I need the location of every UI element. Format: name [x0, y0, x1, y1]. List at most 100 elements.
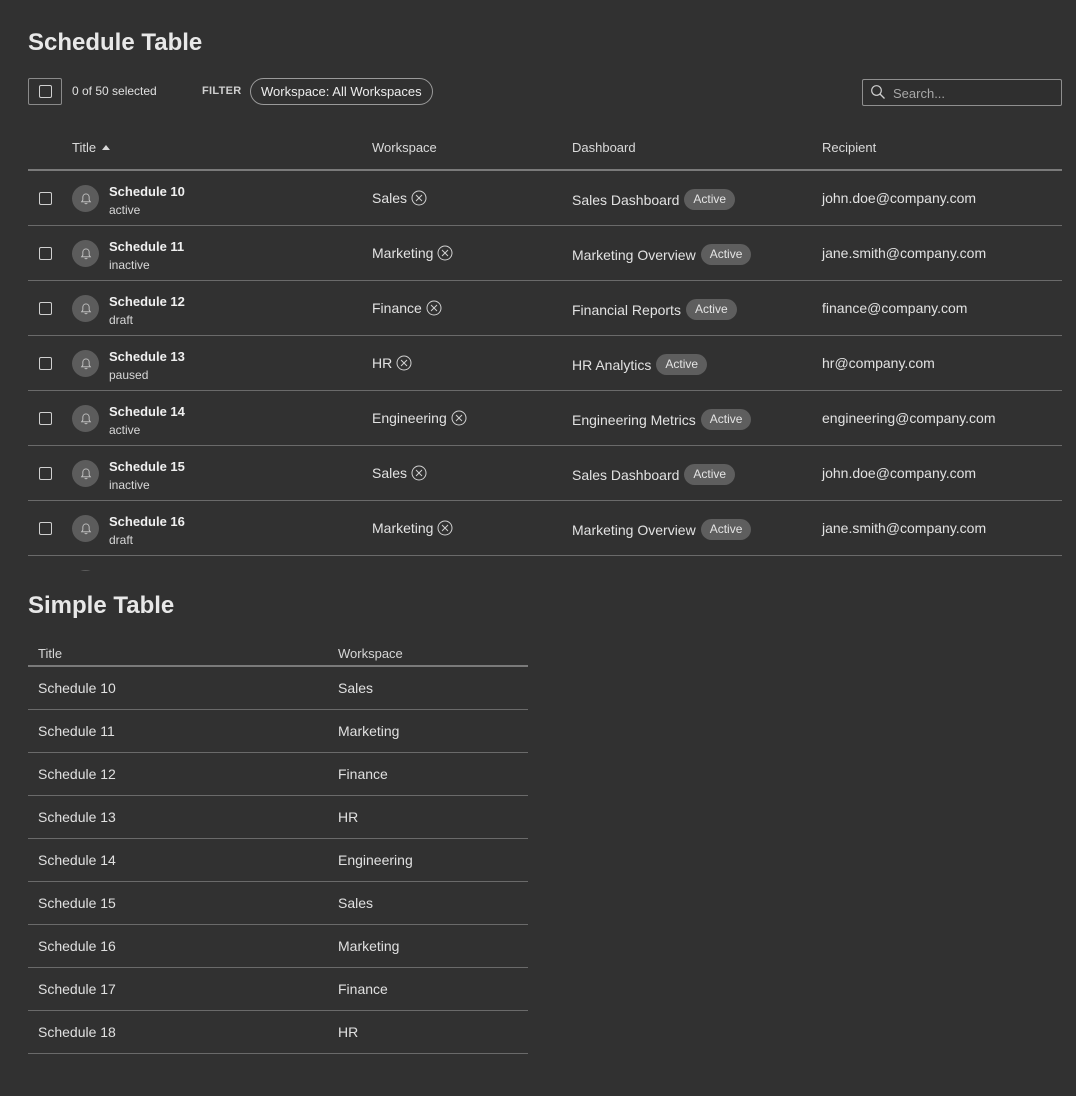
dashboard-cell: Marketing Overview Active	[572, 244, 752, 265]
dashboard-cell: Sales Dashboard Active	[572, 464, 736, 485]
dashboard-name[interactable]: Marketing Overview	[572, 247, 696, 263]
avatar	[72, 460, 99, 487]
row-checkbox[interactable]	[39, 522, 52, 535]
table-row[interactable]: Schedule 15 inactive Sales Sales Dashboard A…	[28, 446, 1062, 501]
table-row[interactable]: Schedule 13 paused HR HR Analytics Active hr@…	[28, 336, 1062, 391]
workspace-cell: Finance	[372, 300, 442, 316]
table-toolbar: 0 of 50 selected FILTER Workspace: All W…	[28, 78, 1062, 106]
bell-icon	[80, 467, 91, 479]
table-row[interactable]: Schedule 11 inactive Marketing Marketing Ov…	[28, 226, 1062, 281]
recipient-cell: john.doe@company.com	[822, 190, 977, 206]
row-checkbox[interactable]	[39, 192, 52, 205]
simple-table-row: Schedule 12 Finance	[28, 753, 528, 796]
schedule-table: Title Workspace Dashboard Recipient Sche…	[28, 126, 1062, 571]
table-row[interactable]: Schedule 10 active Sales Sales Dashboard Act…	[28, 171, 1062, 226]
recipient-cell: hr@company.com	[822, 355, 935, 371]
title-cell: Schedule 14	[38, 852, 116, 868]
column-header-title: Title	[38, 646, 63, 661]
workspace-name: Sales	[372, 465, 408, 481]
clear-circle-icon[interactable]	[411, 190, 427, 206]
dashboard-name[interactable]: Sales Dashboard	[572, 192, 679, 208]
clear-circle-icon[interactable]	[437, 520, 453, 536]
bell-icon	[80, 192, 91, 204]
table-row[interactable]: Schedule 17	[28, 556, 1062, 571]
workspace-cell: HR	[372, 355, 412, 371]
simple-table-row: Schedule 11 Marketing	[28, 710, 528, 753]
selection-count: 0 of 50 selected	[72, 84, 157, 98]
row-checkbox[interactable]	[39, 467, 52, 480]
row-checkbox[interactable]	[39, 412, 52, 425]
dashboard-cell: Financial Reports Active	[572, 299, 737, 320]
schedule-title[interactable]: Schedule 16	[109, 514, 185, 529]
clear-circle-icon[interactable]	[411, 465, 427, 481]
table-row[interactable]: Schedule 14 active Engineering Engineering …	[28, 391, 1062, 446]
dashboard-name[interactable]: Financial Reports	[572, 302, 681, 318]
select-all-button[interactable]	[28, 78, 62, 105]
schedule-status: inactive	[109, 478, 150, 492]
recipient-cell: jane.smith@company.com	[822, 520, 987, 536]
search-icon	[871, 85, 885, 99]
workspace-name: Sales	[372, 190, 408, 206]
workspace-cell: Sales	[338, 680, 374, 696]
table-row[interactable]: Schedule 12 draft Finance Financial Reports…	[28, 281, 1062, 336]
row-checkbox[interactable]	[39, 357, 52, 370]
clear-circle-icon[interactable]	[426, 300, 442, 316]
workspace-cell: Marketing	[372, 245, 453, 261]
table-row[interactable]: Schedule 16 draft Marketing Marketing Overv…	[28, 501, 1062, 556]
status-badge: Active	[684, 189, 736, 210]
schedule-title[interactable]: Schedule 12	[109, 294, 185, 309]
workspace-name: HR	[372, 355, 393, 371]
recipient-cell: jane.smith@company.com	[822, 245, 987, 261]
simple-table-row: Schedule 16 Marketing	[28, 925, 528, 968]
dashboard-cell: HR Analytics Active	[572, 354, 708, 375]
clear-circle-icon[interactable]	[396, 355, 412, 371]
column-header-title[interactable]: Title	[72, 140, 111, 155]
workspace-cell: Sales	[338, 895, 374, 911]
simple-table-row: Schedule 10 Sales	[28, 667, 528, 710]
schedule-title[interactable]: Schedule 11	[109, 239, 184, 254]
title-cell: Schedule 17	[38, 981, 116, 997]
dashboard-name[interactable]: HR Analytics	[572, 357, 651, 373]
table-header: Title Workspace Dashboard Recipient	[28, 126, 1062, 171]
search-field[interactable]	[862, 79, 1062, 106]
search-input[interactable]	[893, 83, 1053, 103]
dashboard-name[interactable]: Engineering Metrics	[572, 412, 696, 428]
workspace-filter-chip[interactable]: Workspace: All Workspaces	[250, 78, 433, 105]
title-cell: Schedule 15	[38, 895, 116, 911]
schedule-title[interactable]: Schedule 15	[109, 459, 185, 474]
schedule-title[interactable]: Schedule 14	[109, 404, 185, 419]
column-header-workspace: Workspace	[338, 646, 403, 661]
bell-icon	[80, 302, 91, 314]
workspace-name: Marketing	[372, 520, 434, 536]
recipient-cell: engineering@company.com	[822, 410, 996, 426]
dashboard-cell: Sales Dashboard Active	[572, 189, 736, 210]
workspace-cell: Marketing	[338, 723, 400, 739]
column-header-workspace[interactable]: Workspace	[372, 140, 437, 155]
bell-icon	[80, 522, 91, 534]
schedule-table-title: Schedule Table	[28, 29, 203, 56]
schedule-status: draft	[109, 533, 134, 547]
avatar	[72, 185, 99, 212]
select-all-checkbox[interactable]	[39, 85, 52, 98]
status-badge: Active	[700, 409, 752, 430]
clear-circle-icon[interactable]	[451, 410, 467, 426]
dashboard-name[interactable]: Sales Dashboard	[572, 467, 679, 483]
status-badge: Active	[700, 519, 752, 540]
workspace-cell: Sales	[372, 190, 427, 206]
row-checkbox[interactable]	[39, 302, 52, 315]
workspace-cell: HR	[338, 1024, 359, 1040]
title-cell: Schedule 12	[38, 766, 116, 782]
avatar	[72, 350, 99, 377]
workspace-cell: Marketing	[338, 938, 400, 954]
column-header-recipient[interactable]: Recipient	[822, 140, 876, 155]
schedule-title[interactable]: Schedule 13	[109, 349, 185, 364]
avatar	[72, 295, 99, 322]
recipient-cell: finance@company.com	[822, 300, 968, 316]
dashboard-name[interactable]: Marketing Overview	[572, 522, 696, 538]
schedule-title[interactable]: Schedule 17	[109, 569, 185, 571]
column-header-dashboard[interactable]: Dashboard	[572, 140, 636, 155]
row-checkbox[interactable]	[39, 247, 52, 260]
sort-ascending-icon	[102, 145, 111, 150]
schedule-title[interactable]: Schedule 10	[109, 184, 185, 199]
clear-circle-icon[interactable]	[437, 245, 453, 261]
